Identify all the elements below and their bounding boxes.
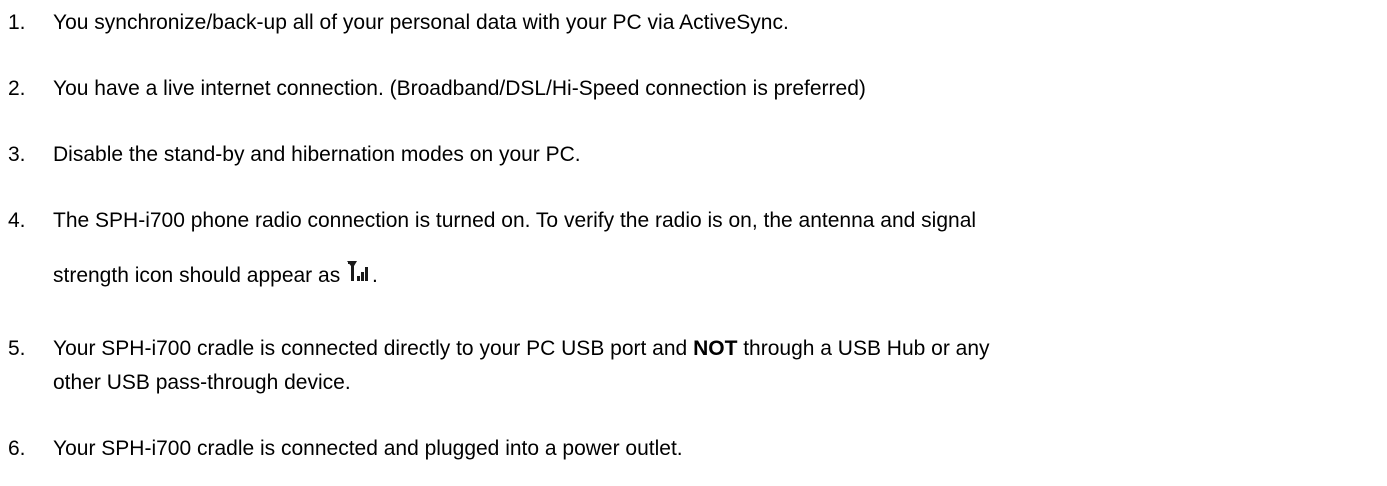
item-line-2-text: strength icon should appear as <box>53 264 341 287</box>
item-number: 6. <box>8 437 26 460</box>
item-number: 4. <box>8 209 26 232</box>
item-line-1: Your SPH-i700 cradle is connected direct… <box>53 336 990 362</box>
item-text: You have a live internet connection. (Br… <box>53 77 866 100</box>
item-line-2: strength icon should appear as . <box>53 258 378 289</box>
item-line-2-end: . <box>372 264 378 287</box>
item-text: You synchronize/back-up all of your pers… <box>53 11 789 34</box>
item-number: 2. <box>8 77 26 100</box>
item-line-2: other USB pass-through device. <box>53 371 351 394</box>
item-number: 1. <box>8 11 26 34</box>
antenna-signal-icon <box>347 261 369 281</box>
item-line-1-end: through a USB Hub or any <box>737 337 990 360</box>
item-number: 5. <box>8 337 26 360</box>
item-text: Disable the stand-by and hibernation mod… <box>53 143 581 166</box>
item-text: Your SPH-i700 cradle is connected and pl… <box>53 437 683 460</box>
item-number: 3. <box>8 143 26 166</box>
emphasis-not: NOT <box>693 337 738 360</box>
item-line-1-start: Your SPH-i700 cradle is connected direct… <box>53 337 694 360</box>
item-line-1: The SPH-i700 phone radio connection is t… <box>53 209 977 232</box>
